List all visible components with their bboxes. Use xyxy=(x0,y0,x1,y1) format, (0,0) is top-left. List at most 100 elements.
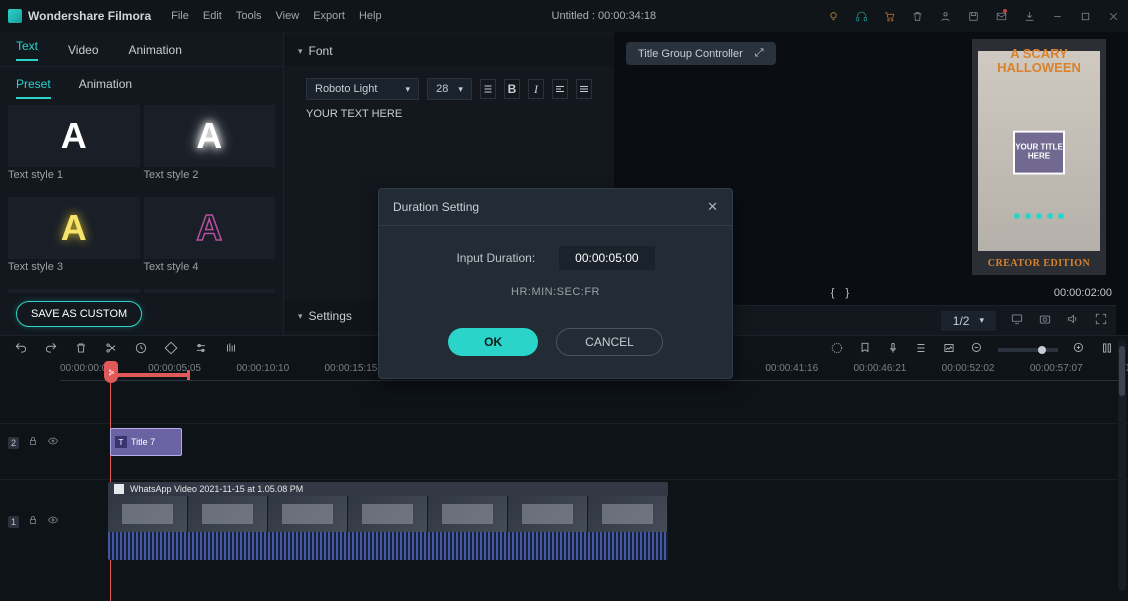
marker-icon[interactable] xyxy=(858,341,872,358)
eye-icon[interactable] xyxy=(47,435,59,450)
preset-grid: AText style 1 AText style 2 AText style … xyxy=(0,99,283,293)
preset-label: Text style 4 xyxy=(144,261,276,273)
fit-icon[interactable] xyxy=(1100,341,1114,358)
video-clip-label: WhatsApp Video 2021-11-15 at 1.05.08 PM xyxy=(130,484,303,494)
preset-item[interactable]: A xyxy=(144,289,276,293)
display-icon[interactable] xyxy=(1010,312,1024,329)
track-2: 2 TTitle 7 xyxy=(0,423,1128,461)
subtab-preset[interactable]: Preset xyxy=(16,77,51,99)
tab-video[interactable]: Video xyxy=(68,43,98,57)
text-panel: Text Video Animation Preset Animation AT… xyxy=(0,32,284,335)
duration-field[interactable]: 00:00:05:00 xyxy=(559,246,654,270)
snapshot-icon[interactable] xyxy=(1038,312,1052,329)
title-group-controller[interactable]: Title Group Controller⤢ xyxy=(626,42,776,65)
transform-handles[interactable] xyxy=(1014,213,1064,219)
preset-item[interactable]: AText style 2 xyxy=(144,105,276,193)
font-size-value: 28 xyxy=(436,83,448,95)
close-icon[interactable] xyxy=(1106,9,1120,23)
cancel-button[interactable]: CANCEL xyxy=(556,328,663,356)
menu-edit[interactable]: Edit xyxy=(203,10,222,22)
menu-export[interactable]: Export xyxy=(313,10,345,22)
play-icon xyxy=(114,484,124,494)
ok-button[interactable]: OK xyxy=(448,328,538,356)
zoom-out-icon[interactable] xyxy=(970,341,984,358)
italic-button[interactable]: I xyxy=(528,79,544,99)
fullscreen-icon[interactable] xyxy=(1094,312,1108,329)
mixer-icon[interactable] xyxy=(914,341,928,358)
chevron-down-icon: ▾ xyxy=(979,315,984,326)
record-icon[interactable] xyxy=(886,341,900,358)
in-out-range[interactable] xyxy=(110,373,190,377)
render-icon[interactable] xyxy=(830,341,844,358)
close-icon[interactable]: ✕ xyxy=(707,199,718,215)
timeline: 00:00:00:0000:00:05:0500:00:10:1000:00:1… xyxy=(0,363,1128,601)
redo-icon[interactable] xyxy=(44,341,58,358)
zoom-in-icon[interactable] xyxy=(1072,341,1086,358)
ruler-tick: 00:00:57:07 xyxy=(1030,363,1083,374)
crop-icon[interactable] xyxy=(164,341,178,358)
duration-label: Input Duration: xyxy=(456,251,535,265)
maximize-icon[interactable] xyxy=(1078,9,1092,23)
font-family-select[interactable]: Roboto Light▾ xyxy=(306,78,419,100)
thumbnail-icon[interactable] xyxy=(942,341,956,358)
menu-tools[interactable]: Tools xyxy=(236,10,262,22)
video-clip[interactable]: WhatsApp Video 2021-11-15 at 1.05.08 PM xyxy=(108,482,668,560)
menu-help[interactable]: Help xyxy=(359,10,382,22)
panel-tabs-secondary: Preset Animation xyxy=(0,66,283,99)
lock-icon[interactable] xyxy=(27,435,39,450)
preset-label: Text style 3 xyxy=(8,261,140,273)
cart-icon[interactable] xyxy=(882,9,896,23)
audio-waveform xyxy=(108,532,668,560)
font-size-select[interactable]: 28▾ xyxy=(427,78,472,100)
undo-icon[interactable] xyxy=(14,341,28,358)
preset-item[interactable]: AText style 3 xyxy=(8,197,140,285)
preview-timecode: 00:00:02:00 xyxy=(1054,287,1112,299)
adjust-icon[interactable] xyxy=(194,341,208,358)
user-icon[interactable] xyxy=(938,9,952,23)
preset-label: Text style 2 xyxy=(144,169,276,181)
zoom-select[interactable]: 1/2▾ xyxy=(941,311,996,331)
align-justify-button[interactable] xyxy=(576,79,592,99)
playhead[interactable] xyxy=(104,363,118,383)
title-clip-icon: T xyxy=(115,436,127,448)
preset-item[interactable]: AText style 4 xyxy=(144,197,276,285)
save-icon[interactable] xyxy=(966,9,980,23)
speed-icon[interactable] xyxy=(134,341,148,358)
volume-icon[interactable] xyxy=(1066,312,1080,329)
trash-icon[interactable] xyxy=(910,9,924,23)
preset-label: Text style 1 xyxy=(8,169,140,181)
zoom-slider[interactable] xyxy=(998,348,1058,352)
minimize-icon[interactable] xyxy=(1050,9,1064,23)
bold-button[interactable]: B xyxy=(504,79,520,99)
subtab-animation[interactable]: Animation xyxy=(79,77,132,99)
marker-brackets: { } xyxy=(831,287,853,299)
tab-text[interactable]: Text xyxy=(16,39,38,61)
lightbulb-icon[interactable] xyxy=(826,9,840,23)
menu-file[interactable]: File xyxy=(171,10,189,22)
duration-format: HR:MIN:SEC:FR xyxy=(395,286,716,298)
title-placeholder[interactable]: YOUR TITLE HERE xyxy=(1013,131,1065,175)
spacing-button[interactable] xyxy=(480,79,496,99)
title-clip[interactable]: TTitle 7 xyxy=(110,428,182,456)
preset-item[interactable]: AText style 1 xyxy=(8,105,140,193)
audio-icon[interactable] xyxy=(224,341,238,358)
preview-video-frame: A SCARYHALLOWEEN YOUR TITLE HERE CREATOR… xyxy=(972,39,1106,275)
headphone-icon[interactable] xyxy=(854,9,868,23)
text-input-value[interactable]: YOUR TEXT HERE xyxy=(306,108,592,120)
font-family-value: Roboto Light xyxy=(315,83,377,95)
save-as-custom-button[interactable]: SAVE AS CUSTOM xyxy=(16,301,142,327)
split-icon[interactable] xyxy=(104,341,118,358)
download-icon[interactable] xyxy=(1022,9,1036,23)
eye-icon[interactable] xyxy=(47,514,59,529)
preset-item[interactable]: A xyxy=(8,289,140,293)
align-left-button[interactable] xyxy=(552,79,568,99)
lock-icon[interactable] xyxy=(27,514,39,529)
ruler-tick: 00:00:15:15 xyxy=(325,363,378,374)
timeline-scrollbar[interactable] xyxy=(1118,340,1126,591)
tab-animation[interactable]: Animation xyxy=(129,43,182,57)
project-title: Untitled : 00:00:34:18 xyxy=(382,10,826,22)
menu-view[interactable]: View xyxy=(276,10,300,22)
message-icon[interactable] xyxy=(994,9,1008,23)
delete-icon[interactable] xyxy=(74,341,88,358)
section-font[interactable]: Font xyxy=(284,36,614,66)
